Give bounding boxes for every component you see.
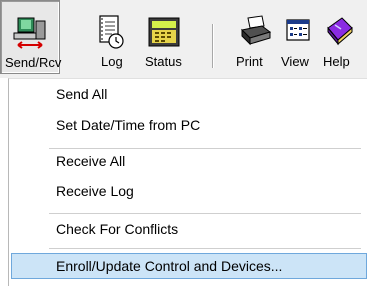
menu-item-receive-log[interactable]: Receive Log <box>11 178 367 204</box>
status-button[interactable]: Status <box>140 0 192 74</box>
printer-icon <box>240 15 272 46</box>
print-button[interactable]: Print <box>232 0 276 74</box>
help-label: Help <box>323 54 350 69</box>
menu-item-enroll-update[interactable]: Enroll/Update Control and Devices... <box>11 253 367 279</box>
send-rcv-label: Send/Rcv <box>5 55 62 70</box>
status-panel-icon <box>148 17 180 47</box>
view-list-icon <box>286 19 310 41</box>
send-rcv-button[interactable]: Send/Rcv <box>0 0 62 74</box>
log-label: Log <box>101 54 123 69</box>
computer-transfer-icon <box>13 17 46 49</box>
help-book-icon <box>327 17 353 46</box>
log-button[interactable]: Log <box>90 0 138 74</box>
toolbar: Send/Rcv Log Status Print View Help <box>0 0 367 78</box>
help-button[interactable]: Help <box>320 0 367 74</box>
print-label: Print <box>236 54 263 69</box>
log-book-icon <box>99 15 124 49</box>
view-label: View <box>281 54 309 69</box>
menu-item-send-all[interactable]: Send All <box>11 81 367 107</box>
menu-item-set-date-time[interactable]: Set Date/Time from PC <box>11 112 367 138</box>
toolbar-separator <box>212 24 214 68</box>
view-button[interactable]: View <box>276 0 318 74</box>
status-label: Status <box>145 54 182 69</box>
send-rcv-dropdown-menu: Send All Set Date/Time from PC Receive A… <box>8 78 367 286</box>
menu-separator <box>49 213 361 214</box>
menu-item-receive-all[interactable]: Receive All <box>11 148 367 174</box>
background-edge <box>0 78 8 286</box>
menu-separator <box>49 248 361 249</box>
menu-item-check-conflicts[interactable]: Check For Conflicts <box>11 216 367 242</box>
